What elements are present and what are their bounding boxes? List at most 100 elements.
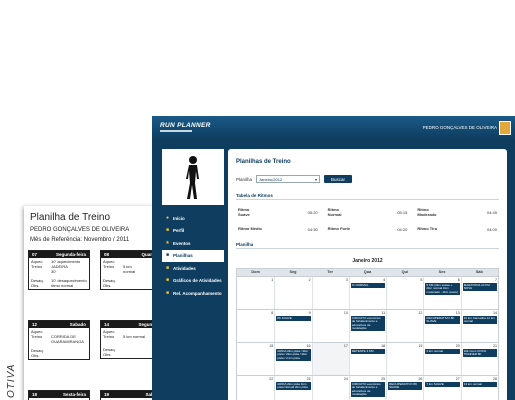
calendar-day-cell[interactable]: 28 13 km normal [460, 376, 498, 400]
rhythm-name: Ritmo Tiro [417, 226, 438, 232]
calendar-event[interactable]: 8K SUAVE [276, 316, 311, 321]
calendar-event[interactable]: ARIDA 2km pista 1km pista Normal 2km pis… [276, 382, 311, 391]
sidebar-item-star[interactable]: ★ Eventos [162, 237, 224, 250]
calendar-day-cell[interactable]: 18 RETESTE 4 KM [348, 343, 386, 375]
plan-section-heading: Planilha [236, 242, 499, 249]
calendar-event[interactable]: 10 km Carnaúba 12 km normal [462, 316, 497, 325]
calendar-event[interactable]: MARATONA 10 KM NOVA [462, 283, 497, 292]
sheet-day-line: GUARAMIRANGA [31, 339, 87, 344]
calendar-day-cell[interactable]: 26 RECUPERATIVO 8K SUAVE [386, 376, 423, 400]
calendar-weekday: Seg [289, 270, 297, 274]
plan-label: Planilha [236, 176, 253, 182]
calendar-event[interactable]: 5 KM (2km suave + 2km normal 1km moderad… [425, 283, 460, 295]
sheet-day-header: 07 Segunda-feira [29, 251, 89, 258]
sidebar-item-profile[interactable]: ■ Perfil [162, 225, 224, 238]
calendar-day-cell[interactable]: 25 CIRCUITO exercícios de fortalecimento … [348, 376, 386, 400]
sidebar-item-label: Perfil [173, 228, 185, 234]
calendar-day-number: 20 [455, 344, 460, 348]
calendar-day-cell[interactable]: 17 [311, 343, 349, 375]
sidebar-item-report[interactable]: ■ Rel. Acompanhamento [162, 287, 224, 300]
calendar-day-number: 28 [492, 377, 497, 381]
calendar-day-cell[interactable]: 5 [386, 277, 423, 309]
rhythm-value: 04:20 [397, 227, 408, 232]
calendar-day-cell[interactable]: 65 KM (2km suave + 2km normal 1km modera… [423, 277, 460, 309]
calendar-day-cell[interactable]: 4 IC NORMAL [348, 277, 386, 309]
calendar-day-number: 13 [455, 311, 460, 315]
calendar-day-cell[interactable]: 14 10 km Carnaúba 12 km normal [460, 310, 498, 342]
sidebar-item-label: Rel. Acompanhamento [173, 290, 222, 296]
calendar-event[interactable]: CIRCUITO exercícios de fortalecimento e … [350, 316, 386, 332]
rhythm-name: Ritmo Forte [327, 226, 351, 232]
sidebar-item-activity[interactable]: ■ Atividades [162, 262, 224, 275]
sheet-day-line: Obs. [31, 353, 87, 358]
sidebar-item-sheet[interactable]: ■ Planilhas [162, 249, 224, 262]
calendar-day-cell[interactable]: 3 [311, 277, 349, 309]
sheet-day-number: 07 [32, 252, 38, 257]
calendar-day-cell[interactable]: 19 [386, 343, 423, 375]
calendar-day-number: 16 [306, 344, 311, 348]
sidebar-item-label: Início [173, 215, 185, 221]
calendar-event[interactable]: 2 km normal [425, 349, 460, 354]
sidebar-item-home[interactable]: ● Início [162, 212, 224, 225]
calendar-event[interactable]: RETESTE 4 KM [350, 349, 386, 354]
calendar-day-number: 7 [494, 278, 497, 282]
runner-silhouette-icon [186, 156, 199, 199]
calendar-day-cell[interactable]: 15 [237, 343, 274, 375]
calendar-day-cell[interactable]: 13 RECUPERATIVO 8K SUAVE [423, 310, 460, 342]
sheet-line-value: 30' [51, 269, 57, 274]
calendar-day-number: 24 [343, 377, 348, 381]
sheet-line-label: Obs. [31, 283, 40, 288]
calendar-weekday: Ter [327, 270, 334, 274]
calendar-day-cell[interactable]: 16 ARIDA 2km pista / 2km pista / 2km pist… [274, 343, 311, 375]
calendar-weekday: Sex [438, 270, 446, 274]
calendar-weekdays: Dom Seg Ter Qua Qui Sex Sáb [237, 269, 498, 276]
calendar-event[interactable]: 10k Coco COCO TRAINER 8K [462, 349, 497, 358]
calendar-day-cell[interactable]: 7 MARATONA 10 KM NOVA [460, 277, 498, 309]
logo-underline [160, 130, 192, 132]
sidebar-item-label: Gráficos de Atividades [173, 278, 222, 284]
sheet-athlete-name: PEDRO GONÇALVES DE OLIVEIRA [30, 227, 130, 233]
user-avatar[interactable] [499, 121, 511, 135]
calendar-day-number: 27 [455, 377, 460, 381]
sheet-side-text: OTIVA [6, 363, 17, 398]
sidebar-item-chart[interactable]: ■ Gráficos de Atividades [162, 275, 224, 288]
calendar-event[interactable]: IC NORMAL [350, 283, 386, 288]
calendar-day-cell[interactable]: 12 [386, 310, 423, 342]
search-button[interactable]: Buscar [324, 175, 353, 183]
calendar-event[interactable]: RECUPERATIVO 8K SUAVE [425, 316, 460, 325]
calendar-event[interactable]: RECUPERATIVO 8K SUAVE [388, 382, 423, 391]
calendar-day-cell[interactable]: 2 [274, 277, 311, 309]
plan-select[interactable]: Janeiro/2012 ▾ [256, 175, 321, 183]
calendar-event[interactable]: 13 km normal [462, 382, 497, 387]
plan-selector-row: Planilha Janeiro/2012 ▾ Buscar [236, 175, 499, 183]
rhythm-value: 04:45 [486, 210, 497, 215]
calendar-day-cell[interactable]: 24 [311, 376, 349, 400]
sidebar: ● Início ■ Perfil ★ Eventos ■ Planilhas ■ Ativida… [162, 149, 224, 300]
calendar-day-cell[interactable]: 21 10k Coco COCO TRAINER 8K [460, 343, 498, 375]
calendar-day-cell[interactable]: 1 [237, 277, 274, 309]
calendar-day-number: 22 [269, 377, 274, 381]
calendar-day-cell[interactable]: 22 [237, 376, 274, 400]
calendar-event[interactable]: 7 km SUAVE [425, 382, 460, 387]
printed-training-sheet: Planilha de Treino PEDRO GONÇALVES DE OL… [24, 206, 166, 400]
calendar-day-number: 14 [492, 311, 497, 315]
app-logo[interactable]: RUN PLANNER [160, 122, 211, 129]
calendar-day-cell[interactable]: 27 7 km SUAVE [423, 376, 460, 400]
user-name[interactable]: PEDRO GONÇALVES DE OLIVEIRA [423, 125, 497, 130]
sheet-day-line: Obs. ritmo normal [31, 283, 87, 288]
rhythm-name: Ritmo Normal [327, 207, 342, 217]
rhythm-value: 05:20 [307, 210, 318, 215]
sheet-day-weekday: Sexta-feira [62, 392, 86, 397]
calendar-event[interactable]: ARIDA 2km pista / 2km pista / 2km pista … [276, 349, 311, 361]
calendar-day-cell[interactable]: 20 2 km normal [423, 343, 460, 375]
calendar-day-cell[interactable]: 10 [311, 310, 349, 342]
run-planner-window: RUN PLANNER PEDRO GONÇALVES DE OLIVEIRA … [152, 116, 515, 400]
calendar-day-cell[interactable]: 9 8K SUAVE [274, 310, 311, 342]
rhythm-entry: Ritmo Tiro 04:00 [417, 227, 497, 232]
calendar-day-cell[interactable]: 11 CIRCUITO exercícios de fortalecimento … [348, 310, 386, 342]
calendar-day-cell[interactable]: 23 ARIDA 2km pista 1km pista Normal 2km p… [274, 376, 311, 400]
calendar-weekday: Qua [363, 270, 372, 274]
calendar-event[interactable]: CIRCUITO exercícios de fortalecimento e … [350, 382, 386, 398]
calendar-day-cell[interactable]: 8 [237, 310, 274, 342]
sidebar-item-label: Eventos [173, 240, 191, 246]
